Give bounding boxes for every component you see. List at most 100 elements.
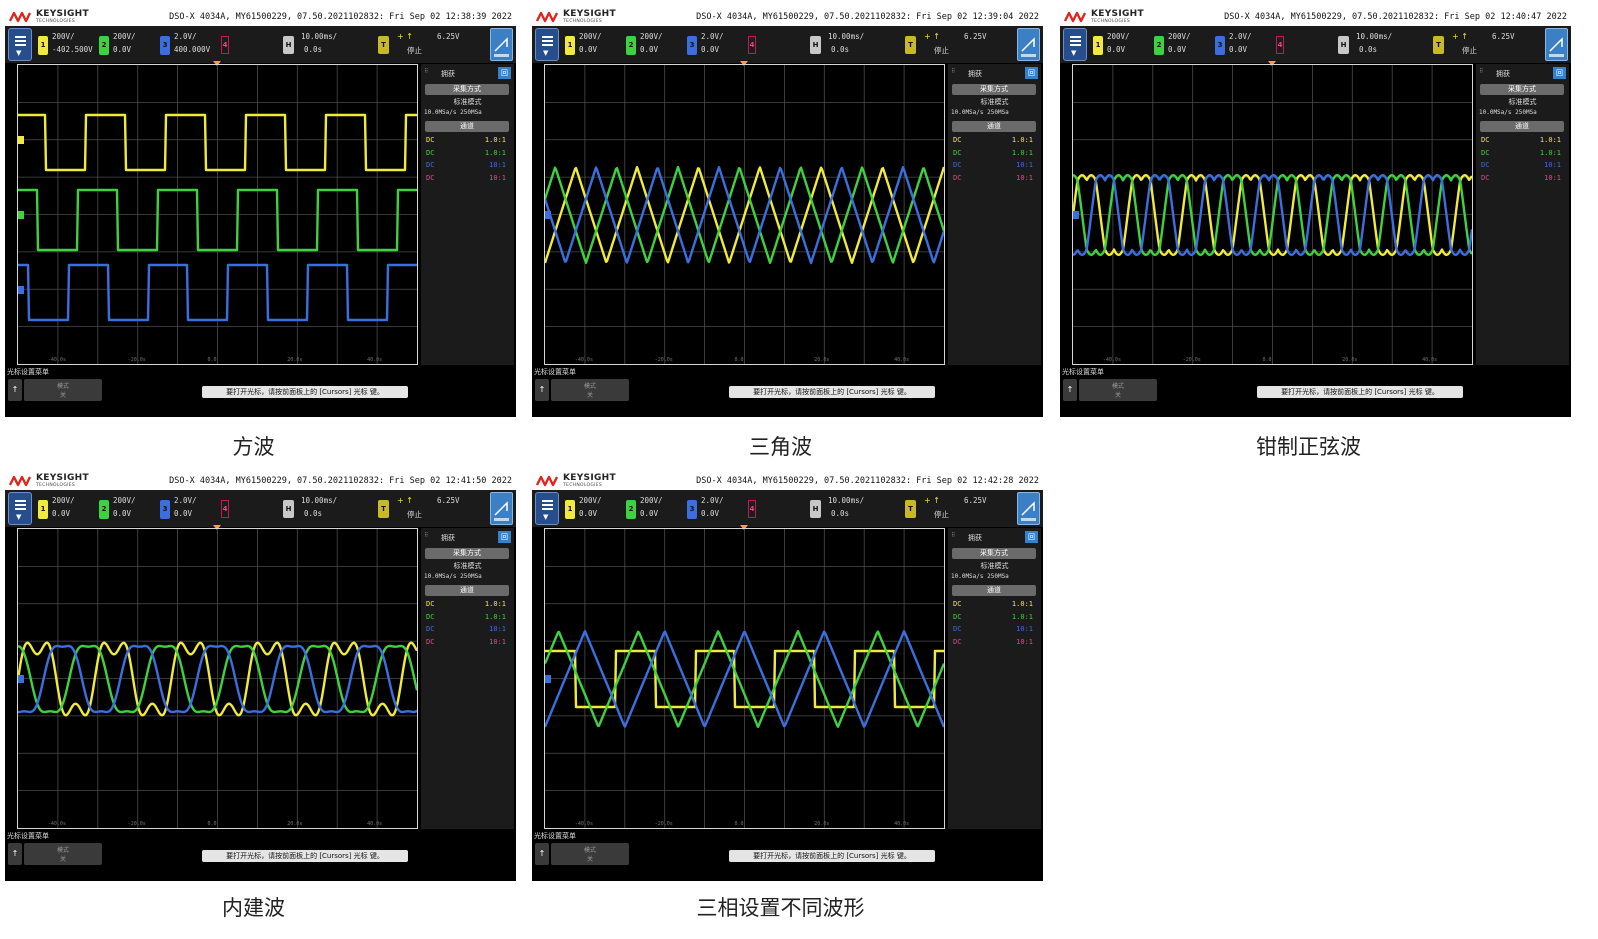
side-channel-4-probe: 10:1 [489,173,506,182]
side-panel-icon[interactable]: 回 [1553,67,1566,79]
channel-2-tag[interactable]: 2 [626,36,636,55]
channels-button[interactable]: 通道 [425,121,509,132]
panel-caption: 内建波 [222,896,285,920]
trigger-tag[interactable]: T [905,500,916,518]
waveform-grid[interactable]: -40.0s -20.0s 0.0 20.0s 40.0s [1072,64,1473,365]
main-menu-button[interactable]: ▼ [535,28,559,61]
horizontal-tag[interactable]: H [283,36,294,54]
side-channel-2-coupling: DC [953,612,962,621]
panel-caption: 方波 [232,435,275,459]
channel-2-tag[interactable]: 2 [99,36,109,55]
back-button[interactable]: ↑ [8,843,22,865]
channel-4-tag[interactable]: 4 [221,36,229,54]
side-channel-3-coupling: DC [953,625,962,633]
channel-2-offset: 0.0V [113,509,132,518]
cursor-touch-button[interactable] [1545,28,1568,61]
side-panel-icon[interactable]: 回 [1025,67,1038,79]
channel-3-tag[interactable]: 3 [1215,36,1225,55]
horizontal-tag[interactable]: H [810,36,821,54]
channel-3-offset: 0.0V [701,45,720,54]
horizontal-tag[interactable]: H [283,500,294,518]
back-button[interactable]: ↑ [535,379,549,401]
channel-1-tag[interactable]: 1 [565,36,575,55]
channel-3-tag[interactable]: 3 [160,500,170,519]
trigger-tag[interactable]: T [378,36,389,54]
channel-4-tag[interactable]: 4 [221,500,229,518]
channel-1-ground-marker[interactable] [18,136,24,144]
channel-4-tag[interactable]: 4 [1276,36,1284,54]
channels-button[interactable]: 通道 [952,121,1036,132]
cursor-mode-softkey[interactable]: 模式 关 [551,379,629,401]
instrument-info: DSO-X 4034A, MY61500229, 07.50.202110283… [169,476,512,486]
scope-panel-builtin: KEYSIGHT TECHNOLOGIES DSO-X 4034A, MY615… [5,470,516,939]
channel-3-ground-marker[interactable] [1073,211,1079,219]
channel-3-offset: 400.000V [174,45,211,54]
waveform-grid[interactable]: -40.0s -20.0s 0.0 20.0s 40.0s [544,64,945,365]
waveform-grid[interactable]: -40.0s -20.0s 0.0 20.0s 40.0s [17,528,418,829]
cursor-hint: 要打开光标，请按前面板上的 [Cursors] 光标 键。 [729,386,935,398]
timebase-value: 10.00ms/ [1356,32,1393,41]
cursor-hint: 要打开光标，请按前面板上的 [Cursors] 光标 键。 [729,850,935,862]
cursor-touch-button[interactable] [490,492,513,525]
side-panel-icon[interactable]: 回 [1025,531,1038,543]
back-button[interactable]: ↑ [1063,379,1077,401]
channel-3-ground-marker[interactable] [18,675,24,683]
delay-value: 0.0s [304,509,323,518]
acquisition-button[interactable]: 采集方式 [952,548,1036,559]
cursor-mode-label: 模式 [583,847,596,854]
channel-1-tag[interactable]: 1 [565,500,575,519]
waveform-grid[interactable]: -40.0s -20.0s 0.0 20.0s 40.0s [544,528,945,829]
cursor-touch-button[interactable] [1017,28,1040,61]
cursor-touch-button[interactable] [490,28,513,61]
trigger-tag[interactable]: T [378,500,389,518]
side-panel-icon[interactable]: 回 [498,67,511,79]
channel-3-ground-marker[interactable] [18,286,24,294]
main-menu-button[interactable]: ▼ [8,492,32,525]
trigger-tag[interactable]: T [1433,36,1444,54]
channels-button[interactable]: 通道 [1480,121,1564,132]
channels-button[interactable]: 通道 [425,585,509,596]
waveform-grid[interactable]: -40.0s -20.0s 0.0 20.0s 40.0s [17,64,418,365]
main-menu-button[interactable]: ▼ [535,492,559,525]
sample-rate: 10.0MSa/s 250MSa [424,109,482,116]
main-menu-button[interactable]: ▼ [1063,28,1087,61]
acquisition-button[interactable]: 采集方式 [1480,84,1564,95]
channel-1-scale: 200V/ [579,32,602,41]
channel-3-ground-marker[interactable] [545,211,551,219]
acquisition-button[interactable]: 采集方式 [425,84,509,95]
side-channel-1-probe: 1.0:1 [484,136,506,144]
trigger-tag[interactable]: T [905,36,916,54]
channel-2-ground-marker[interactable] [18,211,24,219]
cursor-mode-softkey[interactable]: 模式 关 [1079,379,1157,401]
channel-4-tag[interactable]: 4 [748,500,756,518]
acquisition-button[interactable]: 采集方式 [425,548,509,559]
side-channel-3-coupling: DC [426,625,435,633]
channel-3-tag[interactable]: 3 [687,500,697,519]
channel-2-tag[interactable]: 2 [1154,36,1164,55]
cursor-menu-label: 光标设置菜单 [534,368,576,376]
cursor-touch-button[interactable] [1017,492,1040,525]
back-button[interactable]: ↑ [535,843,549,865]
channel-1-tag[interactable]: 1 [38,36,48,55]
channel-3-scale: 2.0V/ [174,496,197,505]
horizontal-tag[interactable]: H [810,500,821,518]
channel-1-tag[interactable]: 1 [38,500,48,519]
channel-3-tag[interactable]: 3 [687,36,697,55]
cursor-mode-softkey[interactable]: 模式 关 [24,843,102,865]
channel-3-scale: 2.0V/ [174,32,197,41]
back-button[interactable]: ↑ [8,379,22,401]
channels-button[interactable]: 通道 [952,585,1036,596]
channel-3-tag[interactable]: 3 [160,36,170,55]
acquisition-button[interactable]: 采集方式 [952,84,1036,95]
main-menu-button[interactable]: ▼ [8,28,32,61]
cursor-mode-softkey[interactable]: 模式 关 [24,379,102,401]
side-panel-icon[interactable]: 回 [498,531,511,543]
channel-2-tag[interactable]: 2 [626,500,636,519]
cursor-mode-softkey[interactable]: 模式 关 [551,843,629,865]
horizontal-tag[interactable]: H [1338,36,1349,54]
channel-4-tag[interactable]: 4 [748,36,756,54]
side-channel-4: DC 10:1 [426,174,506,182]
channel-1-tag[interactable]: 1 [1093,36,1103,55]
channel-3-ground-marker[interactable] [545,675,551,683]
channel-2-tag[interactable]: 2 [99,500,109,519]
